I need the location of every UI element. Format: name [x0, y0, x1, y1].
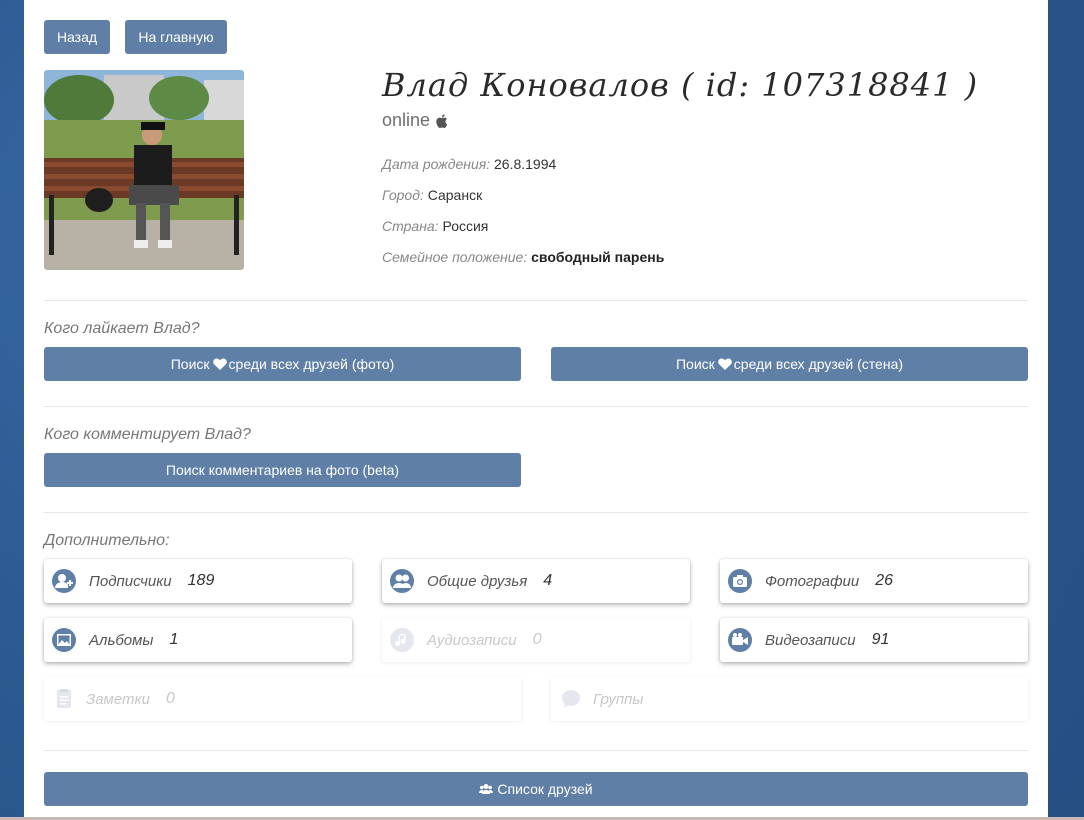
album-icon [52, 628, 76, 652]
back-button[interactable]: Назад [44, 20, 110, 54]
comments-search-button[interactable]: Поиск комментариев на фото (beta) [44, 453, 521, 487]
online-status: online [382, 110, 449, 131]
music-icon [390, 628, 414, 652]
mutual-friends-count: 4 [543, 572, 553, 589]
likes-photo-button-prefix: Поиск [170, 356, 210, 372]
groups-card[interactable]: Группы [551, 677, 1028, 721]
country-label: Страна: [382, 218, 439, 234]
photos-label: Фотографии [765, 572, 860, 590]
divider [44, 750, 1028, 751]
city-value: Саранск [427, 187, 483, 203]
city-label: Город: [382, 187, 424, 203]
relationship-value: свободный парень [531, 249, 665, 265]
city-row: Город: Саранск [382, 187, 482, 203]
users-icon [479, 784, 494, 794]
followers-label: Подписчики [89, 572, 172, 590]
home-button[interactable]: На главную [125, 20, 227, 54]
groups-label: Группы [593, 690, 644, 708]
likes-photo-button-suffix: среди всех друзей (фото) [228, 356, 395, 372]
followers-count: 189 [187, 572, 215, 589]
videos-label: Видеозаписи [765, 631, 856, 649]
videos-card[interactable]: Видеозаписи 91 [720, 618, 1028, 662]
audio-card[interactable]: Аудиозаписи 0 [382, 618, 690, 662]
albums-card[interactable]: Альбомы 1 [44, 618, 352, 662]
followers-card[interactable]: Подписчики 189 [44, 559, 352, 603]
avatar-photo [44, 70, 244, 270]
video-icon [728, 628, 752, 652]
audio-count: 0 [532, 631, 542, 648]
divider [44, 300, 1028, 301]
mutual-friends-card[interactable]: Общие друзья 4 [382, 559, 690, 603]
relationship-row: Семейное положение: свободный парень [382, 249, 664, 265]
friends-list-label: Список друзей [497, 781, 593, 797]
camera-icon [728, 569, 752, 593]
comments-section-title: Кого комментирует Влад? [44, 426, 251, 443]
avatar[interactable] [44, 70, 244, 270]
notes-card[interactable]: Заметки 0 [44, 677, 521, 721]
likes-section-title: Кого лайкает Влад? [44, 320, 200, 337]
online-status-text: online [382, 110, 431, 130]
likes-wall-button-prefix: Поиск [675, 356, 715, 372]
likes-wall-button-suffix: среди всех друзей (стена) [733, 356, 904, 372]
notes-count: 0 [165, 690, 175, 707]
photos-card[interactable]: Фотографии 26 [720, 559, 1028, 603]
friends-list-button[interactable]: Список друзей [44, 772, 1028, 806]
add-user-icon [52, 569, 76, 593]
audio-label: Аудиозаписи [427, 631, 517, 649]
notes-icon [57, 689, 71, 708]
main-panel: Назад На главную Влад Коновалов (id: 10… [24, 0, 1048, 818]
birthdate-row: Дата рождения: 26.8.1994 [382, 156, 556, 172]
birthdate-value: 26.8.1994 [494, 156, 557, 172]
mutual-friends-icon [390, 569, 414, 593]
groups-icon [562, 690, 580, 708]
relationship-label: Семейное положение: [382, 249, 528, 265]
divider [44, 512, 1028, 513]
country-row: Страна: Россия [382, 218, 488, 234]
birthdate-label: Дата рождения: [382, 156, 491, 172]
videos-count: 91 [871, 631, 890, 648]
divider [44, 406, 1028, 407]
mutual-friends-label: Общие друзья [427, 572, 528, 590]
photos-count: 26 [875, 572, 894, 589]
profile-name: Влад Коновалов ( id: 107318841 ) [382, 66, 979, 104]
apple-icon [436, 113, 448, 128]
country-value: Россия [442, 218, 489, 234]
likes-photo-button[interactable]: Поиск среди всех друзей (фото) [44, 347, 521, 381]
extra-section-title: Дополнительно: [44, 532, 170, 549]
albums-count: 1 [169, 631, 179, 648]
notes-label: Заметки [86, 690, 150, 708]
heart-icon [717, 358, 732, 370]
likes-wall-button[interactable]: Поиск среди всех друзей (стена) [551, 347, 1028, 381]
albums-label: Альбомы [89, 631, 154, 649]
heart-icon [212, 358, 227, 370]
